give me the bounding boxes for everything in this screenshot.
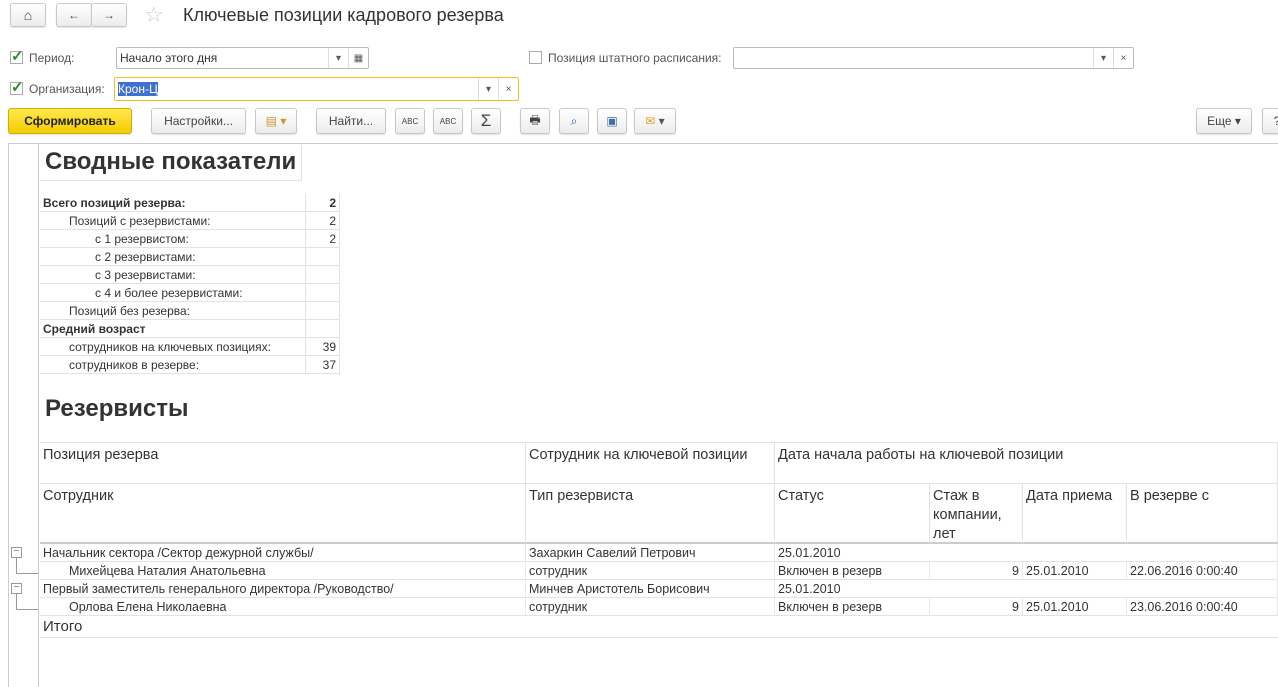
home-icon: ⌂ [23, 7, 33, 23]
forward-button[interactable]: → [91, 3, 127, 27]
period-field[interactable]: Начало этого дня ▾ ▦ [116, 47, 369, 69]
reservists-title: Резервисты [45, 395, 189, 422]
reservist-cell-2: Включен в резерв [775, 562, 930, 580]
header-key-start-date: Дата начала работы на ключевой позиции [775, 442, 1278, 484]
dropdown-icon[interactable]: ▾ [1093, 48, 1113, 68]
group-key-employee: Захаркин Савелий Петрович [526, 544, 775, 562]
summary-row-value [306, 302, 340, 320]
preview-button[interactable]: ⌕ [559, 108, 589, 134]
collapse-group-icon[interactable]: − [11, 583, 22, 594]
arrow-right-icon: → [103, 8, 115, 22]
variant-button[interactable]: ▤ ▾ [255, 108, 297, 134]
group-start-date: 25.01.2010 [775, 580, 1278, 598]
period-label: Период: [29, 51, 75, 65]
summary-row-label: с 4 и более резервистами: [40, 284, 306, 302]
reservist-cell-0[interactable]: Михейцева Наталия Анатольевна [40, 562, 526, 580]
printer-icon: 🖶 [529, 112, 541, 127]
header-key-employee: Сотрудник на ключевой позиции [526, 442, 775, 484]
summary-title: Сводные показатели [40, 146, 303, 181]
dropdown-icon[interactable]: ▾ [328, 48, 348, 68]
header-col-0: Сотрудник [40, 484, 526, 544]
summary-row-value: 2 [306, 194, 340, 212]
reservist-cell-0[interactable]: Орлова Елена Николаевна [40, 598, 526, 616]
summary-row-label: Позиций с резервистами: [40, 212, 306, 230]
reservist-cell-4: 25.01.2010 [1023, 598, 1127, 616]
summary-row-value: 39 [306, 338, 340, 356]
organization-field[interactable]: Крон-Ц ▾ × [114, 77, 519, 101]
home-button[interactable]: ⌂ [10, 3, 46, 27]
group-start-date: 25.01.2010 [775, 544, 1278, 562]
sum-button[interactable]: Σ [471, 108, 501, 134]
sigma-icon: Σ [480, 111, 492, 130]
summary-row-label: с 1 резервистом: [40, 230, 306, 248]
summary-row-label: сотрудников в резерве: [40, 356, 306, 374]
group-position[interactable]: Начальник сектора /Сектор дежурной служб… [40, 544, 526, 562]
generate-button[interactable]: Сформировать [8, 108, 132, 134]
more-button[interactable]: Еще ▾ [1196, 108, 1252, 134]
header-col-4: Дата приема [1023, 484, 1127, 544]
position-label: Позиция штатного расписания: [548, 51, 722, 65]
find-button[interactable]: Найти... [316, 108, 386, 134]
summary-row-label: Позиций без резерва: [40, 302, 306, 320]
settings-button[interactable]: Настройки... [151, 108, 246, 134]
header-col-5: В резерве с [1127, 484, 1278, 544]
help-button[interactable]: ? [1262, 108, 1278, 134]
send-email-button[interactable]: ✉ ▾ [634, 108, 676, 134]
position-checkbox[interactable] [529, 51, 542, 64]
envelope-icon: ✉ ▾ [645, 114, 665, 128]
summary-row-label: Всего позиций резерва: [40, 194, 306, 212]
page-title: Ключевые позиции кадрового резерва [183, 5, 504, 25]
clear-icon[interactable]: × [1113, 48, 1133, 68]
summary-row-label: с 3 резервистами: [40, 266, 306, 284]
summary-row-value [306, 266, 340, 284]
reservist-cell-3: 9 [930, 562, 1023, 580]
summary-row-value [306, 320, 340, 338]
reservist-cell-2: Включен в резерв [775, 598, 930, 616]
collapse-group-icon[interactable]: − [11, 547, 22, 558]
reservist-cell-3: 9 [930, 598, 1023, 616]
collapse-groups-button[interactable]: ABC [433, 108, 463, 134]
header-col-1: Тип резервиста [526, 484, 775, 544]
header-col-2: Статус [775, 484, 930, 544]
header-reserve-position: Позиция резерва [40, 442, 526, 484]
organization-checkbox[interactable] [10, 78, 24, 96]
floppy-disk-icon: ▣ [606, 114, 618, 128]
total-label: Итого [40, 616, 1278, 638]
summary-row-label: с 2 резервистами: [40, 248, 306, 266]
summary-row-value [306, 248, 340, 266]
arrow-left-icon: ← [68, 8, 80, 22]
reservist-cell-5: 22.06.2016 0:00:40 [1127, 562, 1278, 580]
header-col-3: Стаж в компании, лет [930, 484, 1023, 544]
summary-row-value: 2 [306, 230, 340, 248]
group-tree-line [16, 558, 38, 574]
summary-row-value [306, 284, 340, 302]
group-tree-line [16, 594, 38, 610]
favorite-star-icon[interactable]: ☆ [144, 2, 164, 28]
print-button[interactable]: 🖶 [520, 108, 550, 134]
preview-icon: ⌕ [570, 113, 578, 128]
reservist-cell-1: сотрудник [526, 598, 775, 616]
abc-icon: ABC [439, 116, 457, 126]
summary-row-label: Средний возраст [40, 320, 306, 338]
position-field[interactable]: ▾ × [733, 47, 1134, 69]
reservist-cell-4: 25.01.2010 [1023, 562, 1127, 580]
summary-row-value: 37 [306, 356, 340, 374]
save-button[interactable]: ▣ [597, 108, 627, 134]
reservist-cell-5: 23.06.2016 0:00:40 [1127, 598, 1278, 616]
organization-label: Организация: [29, 82, 105, 96]
group-gutter-divider [38, 143, 39, 687]
calendar-icon[interactable]: ▦ [348, 48, 368, 68]
group-position[interactable]: Первый заместитель генерального директор… [40, 580, 526, 598]
summary-row-value: 2 [306, 212, 340, 230]
group-key-employee: Минчев Аристотель Борисович [526, 580, 775, 598]
expand-groups-button[interactable]: ABC [395, 108, 425, 134]
clear-icon[interactable]: × [498, 78, 518, 100]
dropdown-icon[interactable]: ▾ [478, 78, 498, 100]
period-checkbox[interactable] [10, 47, 24, 65]
abc-icon: ABC [401, 116, 419, 126]
reservist-cell-1: сотрудник [526, 562, 775, 580]
summary-row-label: сотрудников на ключевых позициях: [40, 338, 306, 356]
report-variant-icon: ▤ ▾ [265, 114, 287, 128]
back-button[interactable]: ← [56, 3, 92, 27]
